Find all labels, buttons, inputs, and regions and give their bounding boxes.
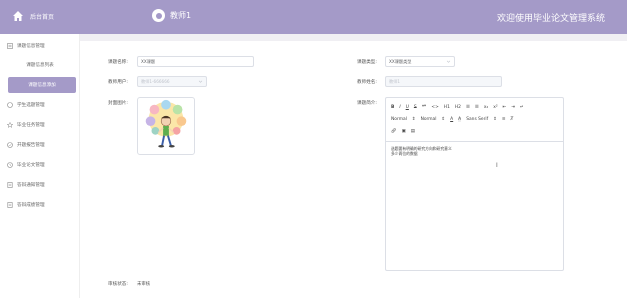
sidebar-item-defense-notice[interactable]: 答辩通知管理: [0, 177, 80, 193]
sidebar-item-topic-add[interactable]: 课题信息添加: [8, 77, 76, 93]
top-header: 后台首页 教师1 欢迎使用毕业论文管理系统: [0, 0, 627, 34]
cover-image-uploader[interactable]: [137, 97, 195, 155]
superscript-button[interactable]: x²: [493, 105, 497, 110]
background-color-icon[interactable]: A: [458, 116, 462, 122]
sidebar: 课题信息管理 课题信息列表 课题信息添加 学生选题管理 毕业任务管理 开题报告管…: [0, 34, 80, 298]
chevron-down-icon: ⇕: [411, 116, 416, 122]
topic-type-value: XX课题类型: [389, 58, 412, 64]
image-icon[interactable]: ▣: [402, 129, 406, 134]
bullet-list-button[interactable]: ☰: [475, 105, 479, 110]
document-icon: [7, 202, 13, 208]
sidebar-item-defense-score[interactable]: 答辩成绩管理: [0, 197, 80, 213]
editor-toolbar: B I U S ❝❞ <> H1 H2 ☰ ☰ x₂ x² ⇤ ⇥ ↵ Norm…: [386, 98, 563, 142]
teacher-user-label: 教师用户:: [108, 80, 128, 85]
header-select[interactable]: Normal: [421, 117, 437, 122]
clear-format-icon[interactable]: T̸: [511, 117, 514, 122]
intro-label: 课题简介:: [357, 101, 377, 106]
sidebar-item-label: 答辩通知管理: [17, 183, 45, 188]
list-icon: [7, 43, 13, 49]
italic-button[interactable]: I: [399, 105, 400, 110]
home-link[interactable]: 后台首页: [12, 10, 54, 22]
cover-image: [145, 99, 187, 148]
circle-icon: [7, 102, 13, 108]
sidebar-item-label: 毕业论文管理: [17, 163, 45, 168]
system-title: 欢迎使用毕业论文管理系统: [496, 14, 605, 24]
status-label: 审核状态:: [108, 282, 128, 287]
sidebar-item-label: 开题报告管理: [17, 143, 45, 148]
user-name: 教师1: [170, 11, 192, 20]
teacher-user-value: 教师1-666666: [141, 78, 170, 84]
topic-name-label: 课题名称:: [108, 60, 128, 65]
align-icon[interactable]: ≡: [502, 117, 506, 122]
teacher-user-select[interactable]: 教师1-666666: [137, 76, 207, 87]
underline-button[interactable]: U: [406, 105, 409, 110]
bold-button[interactable]: B: [391, 105, 394, 110]
sidebar-item-topic-list[interactable]: 课题信息列表: [0, 57, 80, 73]
rich-text-editor[interactable]: B I U S ❝❞ <> H1 H2 ☰ ☰ x₂ x² ⇤ ⇥ ↵ Norm…: [385, 97, 564, 271]
size-select[interactable]: Normal: [391, 117, 407, 122]
outdent-button[interactable]: ⇤: [503, 105, 507, 110]
text-cursor-icon: I: [496, 162, 498, 169]
home-icon: [13, 11, 23, 21]
sidebar-item-proposal-report[interactable]: 开题报告管理: [0, 137, 80, 153]
code-button[interactable]: <>: [431, 105, 438, 110]
topic-name-input[interactable]: XX课题: [137, 56, 254, 67]
chevron-down-icon: ⇕: [441, 116, 446, 122]
strike-button[interactable]: S: [414, 105, 417, 110]
sidebar-item-thesis[interactable]: 毕业论文管理: [0, 157, 80, 173]
direction-button[interactable]: ↵: [520, 105, 524, 110]
subscript-button[interactable]: x₂: [484, 105, 488, 110]
sidebar-item-label: 毕业任务管理: [17, 123, 45, 128]
link-icon[interactable]: 🔗︎: [391, 129, 397, 134]
topic-type-select[interactable]: XX课题类型: [385, 56, 455, 67]
cover-image-label: 封面图片:: [108, 101, 128, 106]
sidebar-item-label: 答辩成绩管理: [17, 203, 45, 208]
editor-line: 多少两位的数据: [391, 151, 418, 156]
topic-type-label: 课题类型:: [357, 60, 377, 65]
chevron-down-icon: [198, 80, 203, 83]
blockquote-button[interactable]: ❝❞: [422, 105, 427, 110]
star-icon: [7, 122, 13, 128]
teacher-name-label: 教师姓名:: [357, 80, 377, 85]
font-select[interactable]: Sans Serif: [466, 117, 488, 122]
sidebar-item-topic-management[interactable]: 课题信息管理: [0, 38, 80, 54]
check-circle-icon: [7, 142, 13, 148]
topic-name-value: XX课题: [141, 58, 156, 64]
sidebar-item-label: 学生选题管理: [17, 103, 45, 108]
chevron-down-icon: ⇕: [493, 116, 497, 122]
chevron-down-icon: [446, 60, 451, 63]
sidebar-item-label: 课题信息列表: [26, 63, 54, 68]
avatar: [152, 9, 165, 22]
status-value: 未审核: [137, 282, 151, 287]
teacher-name-input[interactable]: 教师1: [385, 76, 502, 87]
document-icon: [7, 182, 13, 188]
sidebar-item-student-selection[interactable]: 学生选题管理: [0, 97, 80, 113]
sidebar-item-label: 课题信息添加: [28, 83, 56, 88]
editor-content[interactable]: 选题要有明确的研究方向和研究意义 多少两位的数据 I: [386, 142, 563, 271]
h2-button[interactable]: H2: [455, 105, 461, 110]
font-color-icon[interactable]: A: [450, 117, 453, 122]
h1-button[interactable]: H1: [444, 105, 450, 110]
user-info[interactable]: 教师1: [152, 9, 191, 22]
teacher-name-value: 教师1: [389, 78, 401, 84]
clock-icon: [7, 162, 13, 168]
video-icon[interactable]: ▤: [411, 129, 415, 134]
ordered-list-button[interactable]: ☰: [466, 105, 470, 110]
home-label: 后台首页: [30, 13, 55, 21]
sidebar-item-label: 课题信息管理: [17, 44, 45, 49]
indent-button[interactable]: ⇥: [511, 105, 515, 110]
content-header-band: [80, 34, 627, 41]
sidebar-item-graduation-task[interactable]: 毕业任务管理: [0, 117, 80, 133]
